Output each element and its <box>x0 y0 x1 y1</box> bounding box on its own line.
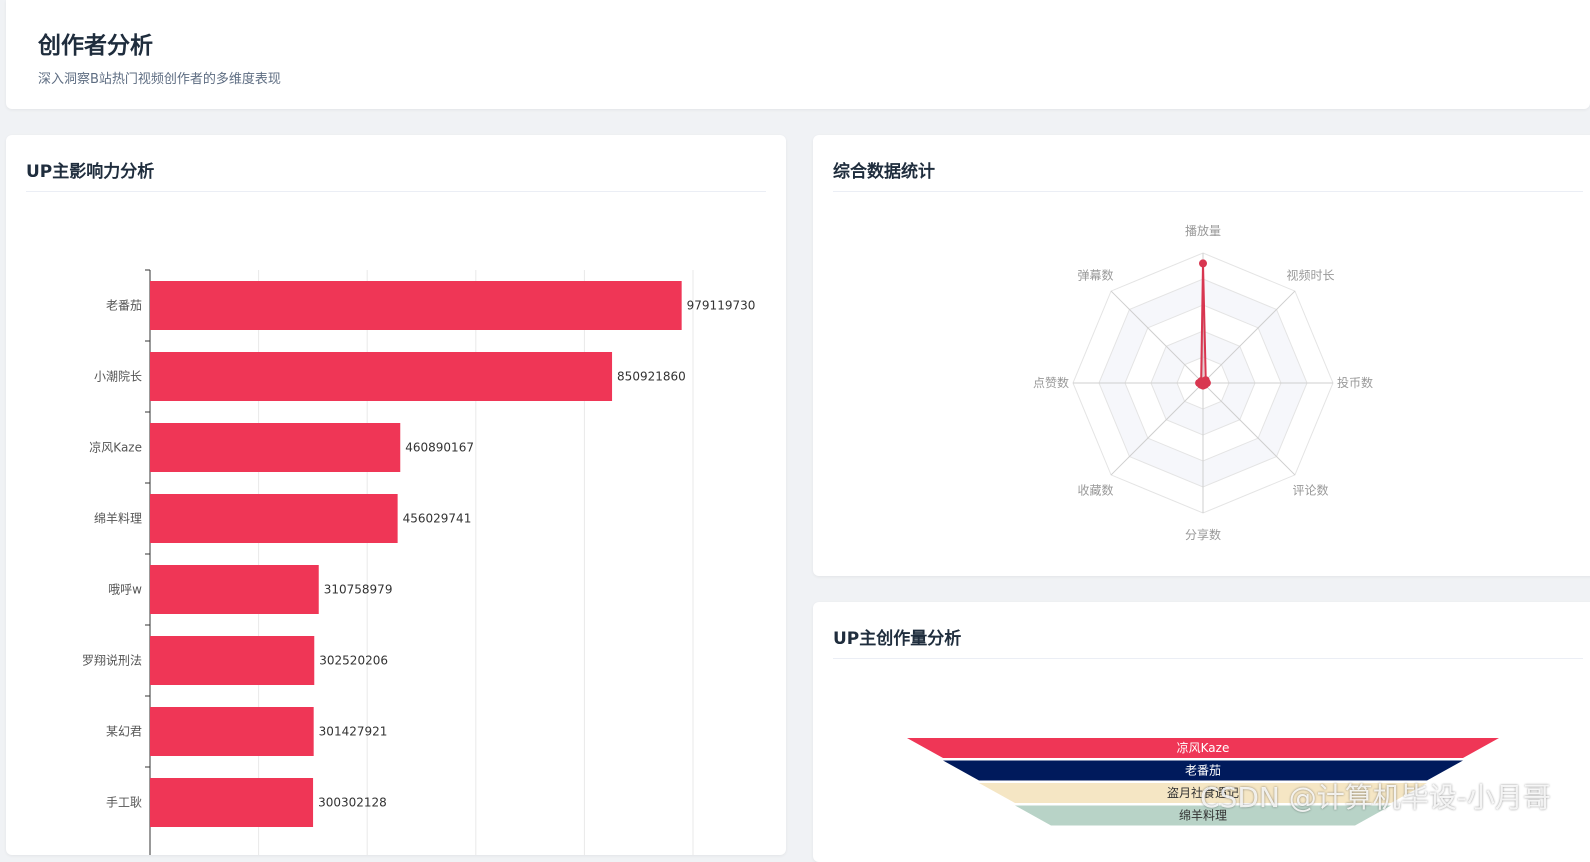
category-label: 罗翔说刑法 <box>82 653 142 668</box>
radar-indicator-label: 弹幕数 <box>1078 268 1114 283</box>
influence-card: UP主影响力分析 老番茄 979119730 小潮院长 850921860 凉风Kaze… <box>6 135 786 855</box>
category-label: 某幻君 <box>106 725 142 739</box>
category-label: 绵羊料理 <box>94 511 142 526</box>
radar-indicator-label: 点赞数 <box>1033 375 1069 390</box>
bar <box>150 281 682 330</box>
bar-value-label: 302520206 <box>319 654 388 668</box>
radar-indicator-label: 视频时长 <box>1286 268 1334 283</box>
volume-card: UP主创作量分析 凉风Kaze 老番茄 盗月社食遇记 绵羊料理 <box>813 602 1590 862</box>
bar-value-label: 300302128 <box>318 796 387 810</box>
category-label: 手工耿 <box>106 796 142 810</box>
category-label: 凉风Kaze <box>89 440 142 455</box>
funnel-label: 凉风Kaze <box>1177 740 1230 755</box>
page-title: 创作者分析 <box>38 33 153 59</box>
bar-value-label: 301427921 <box>319 725 388 739</box>
radar-indicator-label: 收藏数 <box>1078 482 1114 497</box>
watermark: CSDN @计算机毕设-小月哥 <box>1200 781 1551 814</box>
category-label: 哦呼w <box>108 583 142 597</box>
page-header: 创作者分析 深入洞察B站热门视频创作者的多维度表现 <box>6 0 1590 109</box>
bar <box>150 565 319 614</box>
bar-value-label: 979119730 <box>687 299 756 313</box>
bar <box>150 778 314 827</box>
radar-point <box>1199 259 1207 268</box>
bar <box>150 494 398 543</box>
category-label: 老番茄 <box>106 299 142 313</box>
stats-card: 综合数据统计 播放量 视频时长 投币数 评论数 分享数 收藏数 点赞数 弹幕数 <box>813 135 1590 576</box>
page-subtitle: 深入洞察B站热门视频创作者的多维度表现 <box>38 72 281 87</box>
radar-indicator-label: 播放量 <box>1185 223 1221 238</box>
radar-indicator-label: 分享数 <box>1185 527 1221 542</box>
category-label: 小潮院长 <box>94 369 142 384</box>
volume-funnel-chart: 凉风Kaze老番茄盗月社食遇记绵羊料理 <box>907 738 1499 826</box>
radar-indicator-label: 评论数 <box>1292 482 1328 497</box>
radar-point <box>1197 377 1206 386</box>
radar-indicator-label: 投币数 <box>1337 375 1373 390</box>
bar-value-label: 460890167 <box>405 441 474 455</box>
bar-value-label: 850921860 <box>617 370 686 384</box>
bar <box>150 423 401 472</box>
bar-value-label: 310758979 <box>324 583 393 597</box>
bar <box>150 707 314 756</box>
bar <box>150 636 315 685</box>
stats-radar-chart: 播放量视频时长投币数评论数分享数 收藏数 点赞数 弹幕数 <box>1033 223 1373 542</box>
bar <box>150 352 613 401</box>
influence-bar-chart: 老番茄 979119730 小潮院长 850921860 凉风Kaze 460890167… <box>82 269 756 855</box>
bar-value-label: 456029741 <box>403 512 472 526</box>
